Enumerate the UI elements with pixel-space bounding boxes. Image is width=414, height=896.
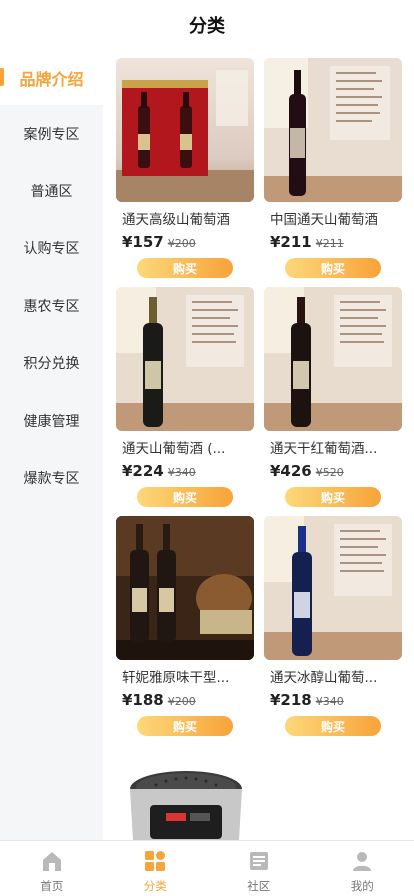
home-icon: [40, 849, 64, 873]
product-card[interactable]: 通天冰醇山葡萄... ¥218 ¥340 购买: [264, 516, 402, 745]
product-price: ¥224: [122, 462, 164, 480]
sidebar-item-label: 积分兑换: [23, 356, 80, 373]
tab-profile[interactable]: 我的: [311, 841, 414, 896]
price-row: ¥224 ¥340: [116, 462, 196, 480]
rice-cooker-image[interactable]: [126, 767, 246, 840]
sidebar-item-label: 品牌介绍: [19, 69, 84, 89]
tab-label: 社区: [247, 879, 271, 893]
tab-label: 首页: [40, 879, 64, 893]
sidebar-item-label: 案例专区: [23, 126, 80, 143]
community-icon: [247, 849, 271, 873]
tab-label: 我的: [350, 879, 374, 893]
product-card[interactable]: 轩妮雅原味干型... ¥188 ¥200 购买: [116, 516, 254, 745]
tab-label: 分类: [143, 879, 167, 893]
price-row: ¥211 ¥211: [264, 233, 344, 251]
tab-community[interactable]: 社区: [207, 841, 311, 896]
sidebar-item-label: 认购专区: [23, 241, 80, 258]
sidebar-item-label: 普通区: [30, 184, 73, 201]
sidebar-item-agriculture[interactable]: 惠农专区: [0, 277, 103, 334]
product-image[interactable]: [264, 516, 402, 660]
price-row: ¥188 ¥200: [116, 691, 196, 709]
sidebar-item-points[interactable]: 积分兑换: [0, 335, 103, 392]
sidebar-item-brand-intro[interactable]: 品牌介绍: [0, 50, 103, 105]
category-icon: [143, 849, 167, 873]
product-old-price: ¥211: [315, 237, 344, 250]
product-image[interactable]: [116, 516, 254, 660]
tab-category[interactable]: 分类: [104, 841, 208, 896]
page-title: 分类: [189, 16, 225, 37]
product-price: ¥218: [270, 691, 312, 709]
page-header: 分类: [0, 0, 414, 50]
buy-button[interactable]: 购买: [137, 716, 233, 736]
product-title[interactable]: 通天山葡萄酒 (...: [116, 437, 254, 457]
product-old-price: ¥340: [167, 466, 196, 479]
product-image[interactable]: [116, 287, 254, 431]
sidebar-item-general[interactable]: 普通区: [0, 162, 103, 219]
product-image[interactable]: [264, 58, 402, 202]
product-card[interactable]: 通天高级山葡萄酒 ¥157 ¥200 购买: [116, 58, 254, 287]
buy-button[interactable]: 购买: [285, 258, 381, 278]
sidebar-item-health[interactable]: 健康管理: [0, 392, 103, 449]
product-image[interactable]: [116, 58, 254, 202]
product-image[interactable]: [264, 287, 402, 431]
buy-button[interactable]: 购买: [137, 487, 233, 507]
product-title[interactable]: 通天冰醇山葡萄...: [264, 666, 402, 686]
buy-button[interactable]: 购买: [285, 716, 381, 736]
product-list[interactable]: 通天高级山葡萄酒 ¥157 ¥200 购买 中国通天山葡萄酒 ¥211 ¥211…: [103, 50, 414, 840]
sidebar-item-label: 健康管理: [23, 413, 80, 430]
product-title[interactable]: 中国通天山葡萄酒: [264, 208, 402, 228]
product-title[interactable]: 通天干红葡萄酒...: [264, 437, 402, 457]
product-price: ¥426: [270, 462, 312, 480]
product-price: ¥211: [270, 233, 312, 251]
tab-home[interactable]: 首页: [0, 841, 104, 896]
product-card[interactable]: 通天山葡萄酒 (... ¥224 ¥340 购买: [116, 287, 254, 516]
app-root: 分类 品牌介绍 案例专区 普通区 认购专区 惠农专区 积分兑换 健康管理 爆款专…: [0, 0, 414, 896]
product-old-price: ¥520: [315, 466, 344, 479]
product-grid: 通天高级山葡萄酒 ¥157 ¥200 购买 中国通天山葡萄酒 ¥211 ¥211…: [103, 50, 414, 745]
bottom-tab-bar: 首页 分类 社区 我的: [0, 840, 414, 896]
product-price: ¥157: [122, 233, 164, 251]
product-old-price: ¥200: [167, 237, 196, 250]
product-title[interactable]: 通天高级山葡萄酒: [116, 208, 254, 228]
extra-product-card[interactable]: [103, 745, 414, 840]
product-old-price: ¥340: [315, 695, 344, 708]
price-row: ¥426 ¥520: [264, 462, 344, 480]
product-title[interactable]: 轩妮雅原味干型...: [116, 666, 254, 686]
product-price: ¥188: [122, 691, 164, 709]
category-sidebar[interactable]: 品牌介绍 案例专区 普通区 认购专区 惠农专区 积分兑换 健康管理 爆款专区: [0, 50, 103, 840]
price-row: ¥157 ¥200: [116, 233, 196, 251]
sidebar-item-label: 惠农专区: [23, 298, 80, 315]
sidebar-item-label: 爆款专区: [23, 471, 80, 488]
buy-button[interactable]: 购买: [285, 487, 381, 507]
price-row: ¥218 ¥340: [264, 691, 344, 709]
product-card[interactable]: 通天干红葡萄酒... ¥426 ¥520 购买: [264, 287, 402, 516]
profile-icon: [350, 849, 374, 873]
sidebar-item-subscription[interactable]: 认购专区: [0, 220, 103, 277]
product-card[interactable]: 中国通天山葡萄酒 ¥211 ¥211 购买: [264, 58, 402, 287]
product-old-price: ¥200: [167, 695, 196, 708]
sidebar-item-hot[interactable]: 爆款专区: [0, 449, 103, 506]
buy-button[interactable]: 购买: [137, 258, 233, 278]
sidebar-item-cases[interactable]: 案例专区: [0, 105, 103, 162]
